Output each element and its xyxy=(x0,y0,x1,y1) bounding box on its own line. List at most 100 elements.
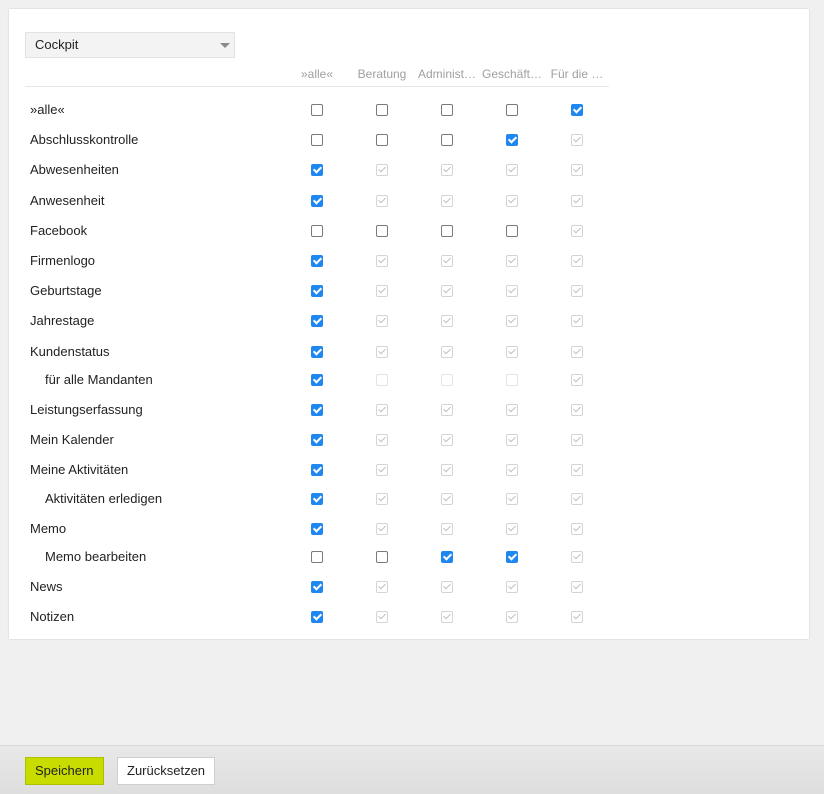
permission-checkbox[interactable] xyxy=(376,104,388,116)
permission-checkbox xyxy=(441,523,453,535)
permission-checkbox xyxy=(571,134,583,146)
permission-checkbox[interactable] xyxy=(571,104,583,116)
permission-checkbox xyxy=(376,404,388,416)
permission-checkbox xyxy=(506,581,518,593)
permission-checkbox xyxy=(506,493,518,505)
permission-checkbox xyxy=(506,404,518,416)
row-label: Firmenlogo xyxy=(30,253,96,268)
footer-bar: Speichern Zurücksetzen xyxy=(0,745,824,794)
permission-checkbox[interactable] xyxy=(311,434,323,446)
permission-checkbox[interactable] xyxy=(311,464,323,476)
permission-checkbox xyxy=(571,581,583,593)
permission-checkbox xyxy=(571,493,583,505)
permission-checkbox xyxy=(376,464,388,476)
permission-checkbox[interactable] xyxy=(506,225,518,237)
permission-checkbox xyxy=(506,285,518,297)
permission-checkbox[interactable] xyxy=(311,195,323,207)
permission-checkbox xyxy=(441,255,453,267)
permission-checkbox xyxy=(376,164,388,176)
row-label: Memo xyxy=(30,521,67,536)
permission-checkbox xyxy=(376,195,388,207)
row-label: News xyxy=(30,579,63,594)
permission-checkbox[interactable] xyxy=(311,164,323,176)
permission-checkbox xyxy=(376,434,388,446)
permission-checkbox xyxy=(571,404,583,416)
permission-checkbox xyxy=(376,611,388,623)
row-label: Anwesenheit xyxy=(30,193,105,208)
row-label: Memo bearbeiten xyxy=(45,549,147,564)
permission-checkbox xyxy=(506,374,518,386)
permission-checkbox[interactable] xyxy=(311,225,323,237)
permission-checkbox xyxy=(571,285,583,297)
permission-checkbox[interactable] xyxy=(311,315,323,327)
permission-checkbox xyxy=(441,611,453,623)
permission-checkbox xyxy=(441,346,453,358)
save-button[interactable]: Speichern xyxy=(25,757,104,785)
permission-checkbox xyxy=(571,374,583,386)
module-select[interactable]: Cockpit xyxy=(25,32,235,58)
permission-checkbox xyxy=(571,195,583,207)
permission-checkbox[interactable] xyxy=(311,523,323,535)
row-label: Geburtstage xyxy=(30,283,102,298)
permission-checkbox xyxy=(506,523,518,535)
permission-checkbox xyxy=(571,164,583,176)
permission-checkbox[interactable] xyxy=(506,134,518,146)
permission-checkbox xyxy=(376,285,388,297)
permission-checkbox xyxy=(571,255,583,267)
permission-checkbox xyxy=(506,611,518,623)
permission-checkbox xyxy=(506,346,518,358)
permission-checkbox xyxy=(506,315,518,327)
permission-checkbox[interactable] xyxy=(311,551,323,563)
permission-checkbox[interactable] xyxy=(376,134,388,146)
row-label: Abwesenheiten xyxy=(30,162,119,177)
permission-checkbox xyxy=(441,285,453,297)
permission-checkbox xyxy=(571,611,583,623)
permission-checkbox[interactable] xyxy=(441,551,453,563)
chevron-down-icon xyxy=(220,43,230,48)
permission-checkbox[interactable] xyxy=(506,104,518,116)
permission-checkbox xyxy=(571,225,583,237)
permission-checkbox xyxy=(506,164,518,176)
column-header: Für die … xyxy=(550,67,604,81)
permission-checkbox[interactable] xyxy=(441,225,453,237)
permission-checkbox xyxy=(441,404,453,416)
column-header: Geschäft… xyxy=(481,67,543,81)
row-label: für alle Mandanten xyxy=(45,372,153,387)
permission-checkbox xyxy=(441,195,453,207)
permission-checkbox[interactable] xyxy=(441,104,453,116)
column-header: Administ… xyxy=(417,67,476,81)
permission-checkbox[interactable] xyxy=(311,255,323,267)
row-label: Notizen xyxy=(30,609,75,624)
permission-checkbox[interactable] xyxy=(311,493,323,505)
permission-checkbox[interactable] xyxy=(376,225,388,237)
row-label: Abschlusskontrolle xyxy=(30,132,139,147)
permission-checkbox[interactable] xyxy=(311,346,323,358)
permission-checkbox xyxy=(571,434,583,446)
permission-checkbox[interactable] xyxy=(311,404,323,416)
permission-checkbox xyxy=(441,315,453,327)
permission-checkbox xyxy=(441,493,453,505)
permission-checkbox xyxy=(506,255,518,267)
row-label: Meine Aktivitäten xyxy=(30,462,129,477)
module-select-value: Cockpit xyxy=(35,37,79,52)
permission-checkbox[interactable] xyxy=(311,374,323,386)
permission-checkbox xyxy=(376,374,388,386)
permission-checkbox[interactable] xyxy=(311,285,323,297)
row-label: Jahrestage xyxy=(30,313,95,328)
permission-checkbox[interactable] xyxy=(506,551,518,563)
row-label: Leistungserfassung xyxy=(30,402,143,417)
permission-checkbox xyxy=(506,434,518,446)
reset-button[interactable]: Zurücksetzen xyxy=(117,757,216,785)
permission-checkbox[interactable] xyxy=(441,134,453,146)
permission-checkbox[interactable] xyxy=(311,611,323,623)
permission-checkbox[interactable] xyxy=(311,134,323,146)
row-label: Aktivitäten erledigen xyxy=(45,491,163,506)
permission-checkbox[interactable] xyxy=(311,104,323,116)
permission-checkbox xyxy=(571,464,583,476)
permission-checkbox xyxy=(571,551,583,563)
row-label: Kundenstatus xyxy=(30,344,110,359)
column-header: Beratung xyxy=(357,67,407,81)
permission-checkbox[interactable] xyxy=(311,581,323,593)
permission-checkbox[interactable] xyxy=(376,551,388,563)
permission-checkbox xyxy=(441,164,453,176)
